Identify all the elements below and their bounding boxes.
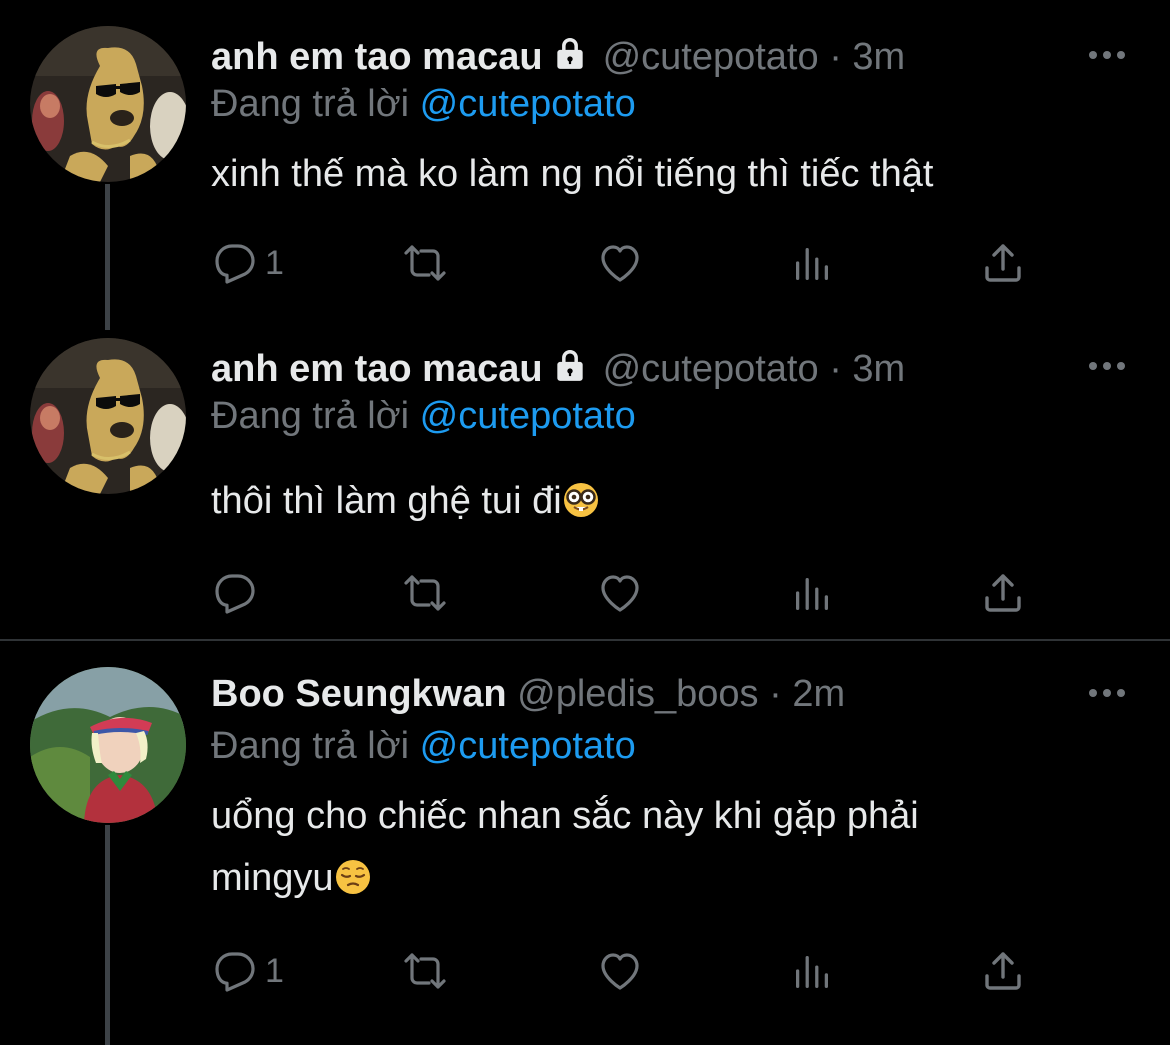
dot-separator: ·	[769, 673, 782, 715]
reply-icon	[211, 947, 259, 995]
display-name[interactable]: Boo Seungkwan	[211, 673, 507, 715]
replying-to: Đang trả lời @cutepotato	[211, 723, 636, 769]
tweet-3[interactable]: Boo Seungkwan @pledis_boos · 2m Đang trả…	[0, 641, 1170, 1045]
replying-to-label: Đang trả lời	[211, 395, 410, 437]
lock-icon	[551, 34, 589, 83]
tweet-text-line-2: mingyu	[211, 857, 334, 899]
thread-line	[105, 825, 110, 1045]
replying-to-label: Đang trả lời	[211, 725, 410, 767]
views-button[interactable]	[789, 568, 835, 618]
pensive-face-emoji	[334, 858, 372, 896]
reply-count: 1	[265, 243, 284, 282]
tweet-text-content: thôi thì làm ghệ tui đi	[211, 480, 562, 522]
heart-icon	[596, 239, 644, 287]
avatar[interactable]	[30, 338, 186, 494]
tweet-text: uổng cho chiếc nhan sắc này khi gặp phải…	[211, 785, 1091, 909]
user-handle[interactable]: @cutepotato	[603, 348, 819, 390]
user-handle[interactable]: @pledis_boos	[517, 673, 758, 715]
heart-icon	[596, 947, 644, 995]
reply-handle-link[interactable]: @cutepotato	[420, 725, 636, 767]
timestamp[interactable]: 2m	[792, 673, 845, 715]
heart-icon	[596, 569, 644, 617]
timestamp[interactable]: 3m	[852, 348, 905, 390]
tweet-text: thôi thì làm ghệ tui đi	[211, 470, 1091, 532]
views-button[interactable]	[789, 238, 835, 288]
reply-count: 1	[265, 951, 284, 990]
retweet-button[interactable]	[401, 238, 449, 288]
share-button[interactable]	[979, 238, 1027, 288]
avatar[interactable]	[30, 26, 186, 182]
reply-button[interactable]: 1	[211, 238, 284, 288]
action-bar: 1	[211, 946, 1041, 996]
timestamp[interactable]: 3m	[852, 36, 905, 78]
more-options-icon[interactable]	[1086, 358, 1128, 374]
lock-icon	[551, 346, 589, 395]
tweet-text-line-2-wrap: mingyu	[211, 847, 1091, 909]
avatar[interactable]	[30, 667, 186, 823]
thread-line	[105, 184, 110, 330]
tweet-text: xinh thế mà ko làm ng nổi tiếng thì tiếc…	[211, 153, 934, 195]
like-button[interactable]	[596, 238, 644, 288]
tweet-header: anh em tao macau @cutepotato · 3m	[211, 346, 1020, 395]
views-icon	[789, 569, 835, 617]
tweet-1[interactable]: anh em tao macau @cutepotato · 3m Đang tr…	[0, 0, 1170, 330]
reply-icon	[211, 569, 259, 617]
retweet-button[interactable]	[401, 946, 449, 996]
share-icon	[979, 239, 1027, 287]
retweet-icon	[401, 239, 449, 287]
more-options-icon[interactable]	[1086, 685, 1128, 701]
like-button[interactable]	[596, 946, 644, 996]
retweet-button[interactable]	[401, 568, 449, 618]
reply-button[interactable]: 1	[211, 946, 284, 996]
dot-separator: ·	[829, 348, 842, 390]
share-icon	[979, 569, 1027, 617]
more-options-icon[interactable]	[1086, 47, 1128, 63]
views-icon	[789, 239, 835, 287]
replying-to-label: Đang trả lời	[211, 83, 410, 125]
reply-handle-link[interactable]: @cutepotato	[420, 83, 636, 125]
replying-to: Đang trả lời @cutepotato	[211, 81, 636, 127]
display-name[interactable]: anh em tao macau	[211, 348, 543, 390]
retweet-icon	[401, 947, 449, 995]
action-bar: 1	[211, 238, 1041, 288]
replying-to: Đang trả lời @cutepotato	[211, 393, 636, 439]
tweet-header: Boo Seungkwan @pledis_boos · 2m	[211, 671, 1020, 717]
dot-separator: ·	[829, 36, 842, 78]
share-button[interactable]	[979, 946, 1027, 996]
reply-handle-link[interactable]: @cutepotato	[420, 395, 636, 437]
tweet-text-line-1: uổng cho chiếc nhan sắc này khi gặp phải	[211, 795, 919, 837]
tweet-header: anh em tao macau @cutepotato · 3m	[211, 34, 1020, 83]
user-handle[interactable]: @cutepotato	[603, 36, 819, 78]
like-button[interactable]	[596, 568, 644, 618]
nerd-face-emoji	[562, 481, 600, 519]
action-bar	[211, 568, 1041, 618]
tweet-2[interactable]: anh em tao macau @cutepotato · 3m Đang tr…	[0, 330, 1170, 640]
reply-button[interactable]	[211, 568, 265, 618]
share-button[interactable]	[979, 568, 1027, 618]
views-icon	[789, 947, 835, 995]
display-name[interactable]: anh em tao macau	[211, 36, 543, 78]
share-icon	[979, 947, 1027, 995]
reply-icon	[211, 239, 259, 287]
retweet-icon	[401, 569, 449, 617]
views-button[interactable]	[789, 946, 835, 996]
